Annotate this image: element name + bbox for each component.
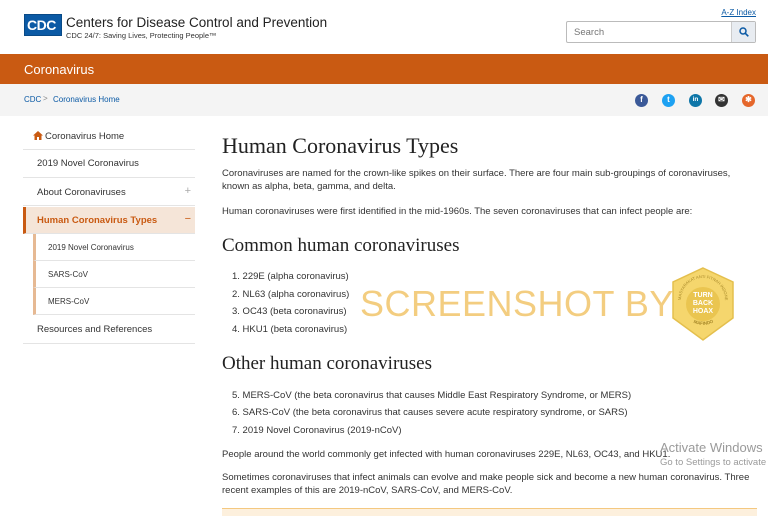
search-button[interactable]	[731, 22, 755, 42]
breadcrumb-coronavirus-home[interactable]: Coronavirus Home	[53, 95, 120, 104]
list-item: 7. 2019 Novel Coronavirus (2019-nCoV)	[232, 425, 402, 436]
facebook-icon-glyph: f	[640, 95, 643, 104]
search-input[interactable]	[567, 22, 733, 42]
list-item: 6. SARS-CoV (the beta coronavirus that c…	[232, 407, 628, 418]
badge-line: BACK	[693, 300, 713, 307]
site-tagline: CDC 24/7: Saving Lives, Protecting Peopl…	[66, 31, 217, 40]
list-item: 3. OC43 (beta coronavirus)	[232, 306, 347, 317]
sidebar-item-resources-and-references[interactable]: Resources and References	[23, 315, 195, 344]
screenshot-watermark: SCREENSHOT BY	[360, 283, 674, 324]
list-item: 2. NL63 (alpha coronavirus)	[232, 289, 350, 300]
first-identified-paragraph: Human coronaviruses were first identifie…	[222, 206, 693, 217]
page-title: Human Coronavirus Types	[222, 133, 459, 158]
sidebar-item-label: Coronavirus Home	[45, 131, 125, 142]
sidebar-item-coronavirus-home[interactable]: Coronavirus Home	[23, 125, 195, 150]
email-icon-glyph: ✉	[718, 95, 725, 104]
sidebar-item-label: About Coronaviruses	[37, 187, 126, 198]
other-coronaviruses-heading: Other human coronaviruses	[222, 353, 432, 374]
sidebar-item-label: SARS-CoV	[48, 270, 89, 279]
site-header: CDC Centers for Disease Control and Prev…	[0, 0, 768, 54]
animals-paragraph: Sometimes coronaviruses that infect anim…	[222, 472, 750, 496]
az-index-link[interactable]: A-Z Index	[721, 8, 756, 17]
breadcrumb-cdc[interactable]: CDC	[24, 95, 41, 104]
sidebar-item-label: 2019 Novel Coronavirus	[48, 243, 134, 252]
cdc-logo[interactable]: CDC	[24, 14, 62, 36]
topic-title[interactable]: Coronavirus	[24, 62, 94, 77]
activate-windows-title: Activate Windows	[660, 440, 763, 455]
sidebar-subitem-sars-cov[interactable]: SARS-CoV	[33, 261, 195, 288]
list-item: 4. HKU1 (beta coronavirus)	[232, 324, 348, 335]
intro-paragraph: Coronaviruses are named for the crown-li…	[222, 168, 731, 192]
breadcrumb-separator: >	[43, 94, 48, 103]
search-box	[566, 21, 756, 43]
badge-line: HOAX	[693, 308, 714, 315]
sidebar-item-label: Human Coronavirus Types	[37, 215, 158, 226]
breadcrumb-bar: CDC > Coronavirus Home f t in ✉ ✱	[0, 84, 768, 116]
sidebar-item-human-coronavirus-types[interactable]: Human Coronavirus Types −	[23, 207, 195, 234]
sidebar-item-about-coronaviruses[interactable]: About Coronaviruses +	[23, 178, 195, 206]
search-icon	[739, 27, 749, 37]
twitter-icon-glyph: t	[667, 95, 670, 104]
callout-box	[222, 508, 757, 516]
facebook-icon[interactable]: f	[635, 94, 648, 107]
home-icon	[33, 131, 43, 140]
sidebar-item-label: Resources and References	[37, 324, 153, 335]
sidebar-item-2019-novel-coronavirus[interactable]: 2019 Novel Coronavirus	[23, 150, 195, 178]
turnbackhoax-badge: MASYARAKAT ANTI FITNAH INDONESIA MAFINDO…	[671, 266, 734, 341]
sidebar-subitem-mers-cov[interactable]: MERS-CoV	[33, 288, 195, 315]
sidebar-item-label: MERS-CoV	[48, 297, 90, 306]
sidebar-subitem-2019-novel-coronavirus[interactable]: 2019 Novel Coronavirus	[33, 234, 195, 261]
cdc-logo-text: CDC	[27, 17, 56, 33]
common-coronaviruses-heading: Common human coronaviruses	[222, 235, 460, 256]
collapse-icon[interactable]: −	[185, 213, 191, 225]
list-item: 5. MERS-CoV (the beta coronavirus that c…	[232, 390, 632, 401]
twitter-icon[interactable]: t	[662, 94, 675, 107]
syndicate-icon-glyph: ✱	[745, 95, 752, 104]
activate-windows-subtitle: Go to Settings to activate	[660, 457, 767, 468]
linkedin-icon-glyph: in	[692, 96, 699, 103]
badge-line: TURN	[693, 292, 712, 299]
expand-icon[interactable]: +	[185, 185, 191, 197]
site-title[interactable]: Centers for Disease Control and Preventi…	[66, 15, 327, 30]
syndicate-icon[interactable]: ✱	[742, 94, 755, 107]
sidebar-item-label: 2019 Novel Coronavirus	[37, 158, 139, 169]
topic-bar: Coronavirus	[0, 54, 768, 84]
linkedin-icon[interactable]: in	[689, 94, 702, 107]
email-icon[interactable]: ✉	[715, 94, 728, 107]
list-item: 1. 229E (alpha coronavirus)	[232, 271, 349, 282]
